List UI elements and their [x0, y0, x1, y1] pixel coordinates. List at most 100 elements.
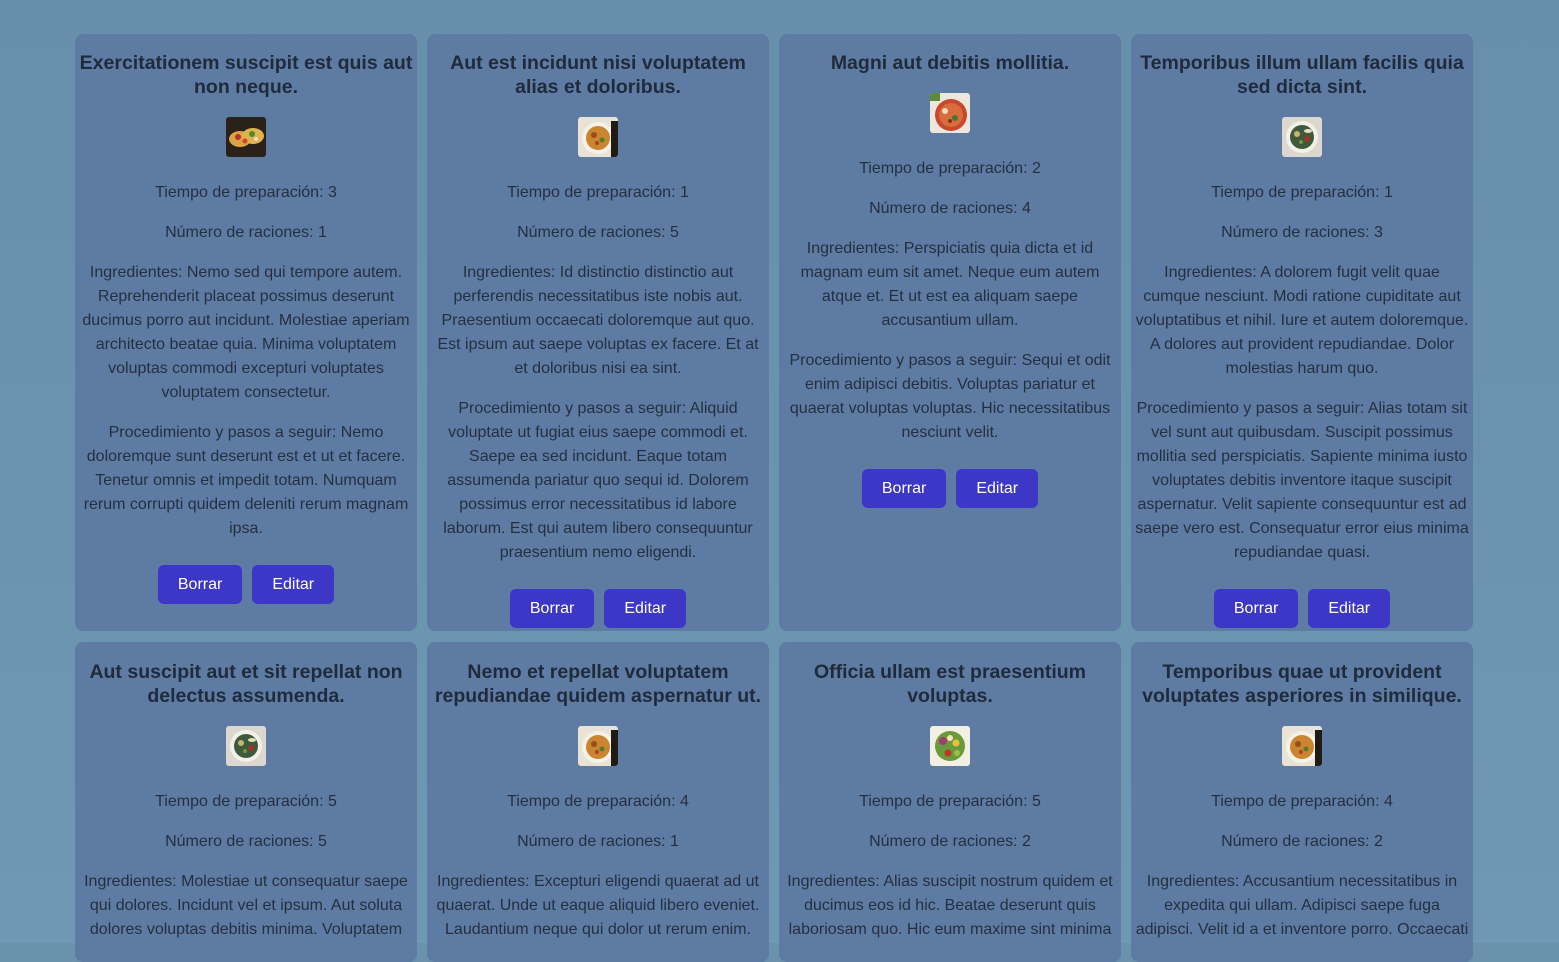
- ingredients-label: Ingredientes:: [806, 240, 904, 257]
- servings-value: 2: [1374, 833, 1383, 850]
- recipe-card: Aut suscipit aut et sit repellat non del…: [75, 642, 417, 962]
- servings-label: Número de raciones:: [517, 833, 671, 850]
- ingredients-label: Ingredientes:: [84, 873, 182, 890]
- steps: Procedimiento y pasos a seguir: Alias to…: [1135, 397, 1469, 565]
- ingredients-label: Ingredientes:: [1146, 873, 1243, 890]
- ingredients: Ingredientes: A dolorem fugit velit quae…: [1135, 261, 1469, 381]
- recipe-card: Temporibus illum ullam facilis quia sed …: [1131, 34, 1473, 631]
- prep-time-value: 5: [327, 793, 337, 810]
- ingredients-label: Ingredientes:: [1164, 264, 1261, 281]
- ingredients-label: Ingredientes:: [787, 873, 884, 890]
- servings-value: 5: [670, 224, 679, 241]
- ingredients: Ingredientes: Molestiae ut consequatur s…: [79, 870, 413, 942]
- servings-label: Número de raciones:: [869, 833, 1023, 850]
- prep-time-value: 1: [1383, 184, 1393, 201]
- edit-button[interactable]: Editar: [956, 469, 1039, 508]
- prep-time-label: Tiempo de preparación:: [859, 160, 1032, 177]
- prep-time-label: Tiempo de preparación:: [155, 793, 328, 810]
- recipe-image: [1282, 117, 1322, 157]
- servings-label: Número de raciones:: [869, 200, 1023, 217]
- servings: Número de raciones: 2: [1135, 830, 1469, 854]
- ingredients: Ingredientes: Id distinctio distinctio a…: [431, 261, 765, 381]
- edit-button[interactable]: Editar: [604, 589, 687, 628]
- servings-value: 1: [670, 833, 679, 850]
- servings: Número de raciones: 5: [79, 830, 413, 854]
- servings-label: Número de raciones:: [165, 224, 319, 241]
- steps: Procedimiento y pasos a seguir: Sequi et…: [783, 349, 1117, 445]
- servings-value: 3: [1374, 224, 1383, 241]
- servings-value: 2: [1022, 833, 1031, 850]
- prep-time-value: 1: [679, 184, 689, 201]
- recipe-card: Exercitationem suscipit est quis aut non…: [75, 34, 417, 631]
- prep-time: Tiempo de preparación: 1: [431, 181, 765, 205]
- recipe-card: Magni aut debitis mollitia. Tiempo de pre…: [779, 34, 1121, 631]
- prep-time-label: Tiempo de preparación:: [155, 184, 328, 201]
- recipe-title: Aut suscipit aut et sit repellat non del…: [89, 661, 403, 707]
- recipe-image: [226, 117, 266, 157]
- delete-button[interactable]: Borrar: [1213, 589, 1299, 628]
- recipe-card: Officia ullam est praesentium voluptas. T…: [779, 642, 1121, 962]
- prep-time-label: Tiempo de preparación:: [1211, 793, 1384, 810]
- prep-time: Tiempo de preparación: 5: [783, 790, 1117, 814]
- prep-time-value: 4: [1383, 793, 1393, 810]
- servings: Número de raciones: 4: [783, 197, 1117, 221]
- prep-time-value: 3: [327, 184, 337, 201]
- steps: Procedimiento y pasos a seguir: Nemo dol…: [79, 421, 413, 541]
- ingredients-label: Ingredientes:: [462, 264, 560, 281]
- recipe-title: Exercitationem suscipit est quis aut non…: [79, 52, 413, 98]
- edit-button[interactable]: Editar: [1308, 589, 1391, 628]
- servings: Número de raciones: 5: [431, 221, 765, 245]
- recipe-title: Temporibus illum ullam facilis quia sed …: [1140, 52, 1464, 98]
- prep-time: Tiempo de preparación: 4: [1135, 790, 1469, 814]
- recipe-title: Nemo et repellat voluptatem repudiandae …: [434, 661, 762, 707]
- ingredients: Ingredientes: Perspiciatis quia dicta et…: [783, 237, 1117, 333]
- steps-label: Procedimiento y pasos a seguir:: [108, 424, 341, 441]
- delete-button[interactable]: Borrar: [157, 565, 243, 604]
- prep-time-value: 4: [679, 793, 689, 810]
- recipe-image: [930, 93, 970, 133]
- ingredients: Ingredientes: Alias suscipit nostrum qui…: [783, 870, 1117, 942]
- recipe-image: [578, 117, 618, 157]
- ingredients: Ingredientes: Excepturi eligendi quaerat…: [431, 870, 765, 942]
- steps-label: Procedimiento y pasos a seguir:: [789, 352, 1022, 369]
- steps: Procedimiento y pasos a seguir: Aliquid …: [431, 397, 765, 565]
- servings-label: Número de raciones:: [1221, 833, 1375, 850]
- steps-text: Aliquid voluptate ut fugiat eius saepe c…: [443, 400, 753, 561]
- prep-time-value: 2: [1031, 160, 1041, 177]
- ingredients-text: Nemo sed qui tempore autem. Reprehenderi…: [82, 264, 410, 401]
- servings-label: Número de raciones:: [165, 833, 319, 850]
- card-actions: Borrar Editar: [1135, 589, 1469, 628]
- servings: Número de raciones: 1: [79, 221, 413, 245]
- servings: Número de raciones: 2: [783, 830, 1117, 854]
- recipe-grid: Exercitationem suscipit est quis aut non…: [75, 34, 1475, 962]
- edit-button[interactable]: Editar: [252, 565, 335, 604]
- recipe-image: [930, 726, 970, 766]
- servings-label: Número de raciones:: [1221, 224, 1375, 241]
- recipe-title: Officia ullam est praesentium voluptas.: [813, 661, 1086, 707]
- recipe-image: [578, 726, 618, 766]
- prep-time: Tiempo de preparación: 1: [1135, 181, 1469, 205]
- ingredients-label: Ingredientes:: [437, 873, 534, 890]
- delete-button[interactable]: Borrar: [509, 589, 595, 628]
- steps-label: Procedimiento y pasos a seguir:: [1136, 400, 1368, 417]
- servings-value: 1: [318, 224, 327, 241]
- steps-text: Alias totam sit vel sunt aut quibusdam. …: [1135, 400, 1469, 561]
- prep-time-label: Tiempo de preparación:: [859, 793, 1032, 810]
- recipe-card: Aut est incidunt nisi voluptatem alias e…: [427, 34, 769, 631]
- recipe-card: Temporibus quae ut provident voluptates …: [1131, 642, 1473, 962]
- card-actions: Borrar Editar: [431, 589, 765, 628]
- recipe-title: Temporibus quae ut provident voluptates …: [1142, 661, 1462, 707]
- card-actions: Borrar Editar: [79, 565, 413, 604]
- prep-time: Tiempo de preparación: 2: [783, 157, 1117, 181]
- delete-button[interactable]: Borrar: [861, 469, 947, 508]
- prep-time: Tiempo de preparación: 5: [79, 790, 413, 814]
- ingredients: Ingredientes: Accusantium necessitatibus…: [1135, 870, 1469, 942]
- recipe-card: Nemo et repellat voluptatem repudiandae …: [427, 642, 769, 962]
- prep-time-label: Tiempo de preparación:: [507, 184, 680, 201]
- servings-value: 4: [1022, 200, 1031, 217]
- servings-value: 5: [318, 833, 327, 850]
- ingredients-label: Ingredientes:: [89, 264, 187, 281]
- card-actions: Borrar Editar: [783, 469, 1117, 508]
- servings: Número de raciones: 1: [431, 830, 765, 854]
- prep-time: Tiempo de preparación: 4: [431, 790, 765, 814]
